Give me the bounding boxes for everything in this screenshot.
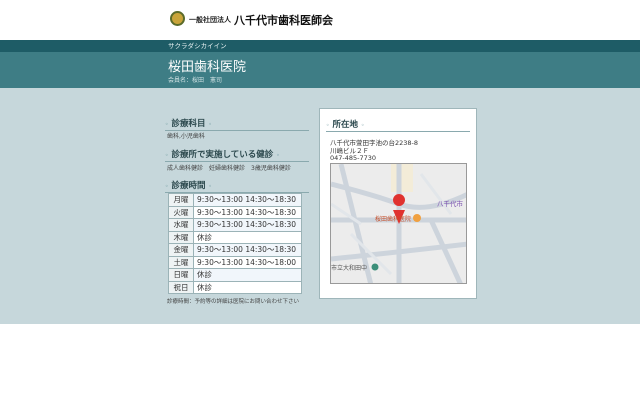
address: 八千代市萱田字池の台2238-8 川嶋ビル２Ｆ 047-485-7730 (330, 139, 418, 163)
hours-row: 火曜 9:30～13:00 14:30～18:30 (168, 205, 302, 219)
time-cell: 休診 (193, 268, 302, 282)
day-cell: 金曜 (168, 243, 194, 257)
day-cell: 月曜 (168, 193, 194, 207)
phone-number: 047-485-7730 (330, 154, 377, 162)
association-logo-icon[interactable] (170, 11, 185, 26)
departments-heading: ◦ 診療科目 ◦ (165, 117, 309, 131)
time-cell: 9:30～13:00 14:30～18:30 (193, 205, 302, 219)
title-band (0, 52, 640, 88)
day-cell: 土曜 (168, 255, 194, 269)
kana-band (0, 40, 640, 52)
time-cell: 9:30～13:00 14:30～18:30 (193, 193, 302, 207)
day-cell: 木曜 (168, 230, 194, 244)
time-cell: 休診 (193, 280, 302, 294)
location-heading: ◦ 所在地 ◦ (326, 118, 470, 132)
page-title: 桜田歯科医院 (168, 60, 247, 75)
clinic-kana: サクラダシカイイン (168, 42, 227, 50)
map-city-label: 八千代市 (437, 200, 463, 208)
map-school-label: 市立大和田中 (331, 265, 368, 272)
day-cell: 水曜 (168, 218, 194, 232)
location-panel: ◦ 所在地 ◦ 八千代市萱田字池の台2238-8 川嶋ビル２Ｆ 047-485-… (319, 108, 477, 299)
map[interactable]: 桜田歯科医院 八千代市 市立大和田中 (330, 163, 467, 284)
hours-row: 土曜 9:30～13:00 14:30～18:00 (168, 255, 302, 269)
member-name: 会員名：桜田 憲司 (168, 77, 223, 84)
hours-row: 日曜 休診 (168, 268, 302, 282)
map-place-label: 桜田歯科医院 (375, 216, 412, 223)
time-cell: 9:30～13:00 14:30～18:30 (193, 243, 302, 257)
time-cell: 9:30～13:00 14:30～18:00 (193, 255, 302, 269)
hours-row: 月曜 9:30～13:00 14:30～18:30 (168, 193, 302, 207)
school-marker-icon (371, 263, 379, 271)
checkups-text: 成人歯科健診 妊婦歯科健診 3歳児歯科健診 (167, 165, 291, 172)
hours-note: 診療時間：予約等の詳細は医院にお問い合わせ下さい (167, 299, 300, 305)
org-type: 一般社団法人 (189, 16, 231, 24)
time-cell: 休診 (193, 230, 302, 244)
time-cell: 9:30～13:00 14:30～18:30 (193, 218, 302, 232)
checkups-heading: ◦ 診療所で実施している健診 ◦ (165, 148, 309, 162)
day-cell: 日曜 (168, 268, 194, 282)
site-header: 一般社団法人 八千代市歯科医師会 (0, 0, 640, 40)
departments-text: 歯科,小児歯科 (167, 133, 205, 140)
hours-row: 金曜 9:30～13:00 14:30～18:30 (168, 243, 302, 257)
org-name[interactable]: 八千代市歯科医師会 (234, 12, 333, 28)
day-cell: 祝日 (168, 280, 194, 294)
hours-row: 祝日 休診 (168, 280, 302, 294)
hours-table: 月曜 9:30～13:00 14:30～18:30 火曜 9:30～13:00 14:… (168, 193, 302, 294)
restaurant-marker-icon (413, 214, 421, 222)
hours-heading: ◦ 診療時間 ◦ (165, 179, 309, 193)
day-cell: 火曜 (168, 205, 194, 219)
hours-row: 木曜 休診 (168, 230, 302, 244)
hours-row: 水曜 9:30～13:00 14:30～18:30 (168, 218, 302, 232)
